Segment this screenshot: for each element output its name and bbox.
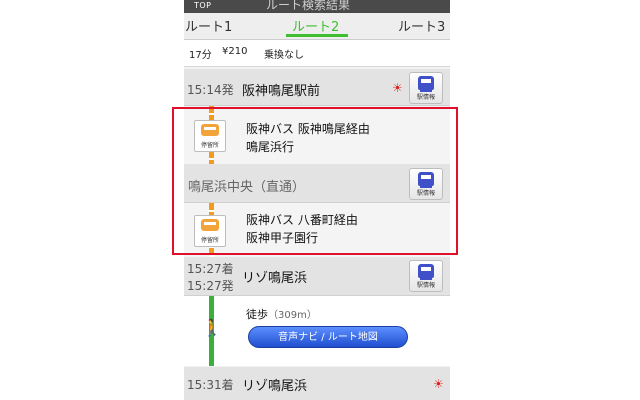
station-name: リゾ鳴尾浜 xyxy=(242,271,308,286)
bus-icon xyxy=(418,76,434,92)
top-bar: TOP ルート検索結果 xyxy=(184,0,450,13)
station-name: リゾ鳴尾浜 xyxy=(242,379,308,394)
station-name: 阪神鳴尾駅前 xyxy=(242,84,321,99)
station-info-label: 駅情報 xyxy=(416,282,435,289)
arrival-time: 15:31着 xyxy=(187,378,234,392)
arrival-time: 15:27着 xyxy=(187,262,234,276)
departure-time: 15:14発 xyxy=(187,83,234,97)
active-tab-indicator xyxy=(286,34,348,37)
tab-route-2[interactable]: ルート2 xyxy=(292,16,339,35)
screen-title: ルート検索結果 xyxy=(266,0,351,12)
walk-text: 徒歩 xyxy=(246,308,268,321)
walk-label: 徒歩（309m） xyxy=(246,306,317,322)
station-row-arrival: 15:31着 リゾ鳴尾浜 ☀ xyxy=(184,367,450,400)
walk-leg: 🚶 徒歩（309m） 音声ナビ / ルート地図 xyxy=(184,296,450,366)
top-button[interactable]: TOP xyxy=(194,1,212,10)
sun-icon: ☀ xyxy=(433,377,444,391)
station-info-label: 駅情報 xyxy=(416,94,435,101)
bus-icon xyxy=(418,264,434,280)
station-info-button[interactable]: 駅情報 xyxy=(409,72,443,104)
sun-icon: ☀ xyxy=(392,81,403,95)
station-row-transfer: 15:27着 15:27発 リゾ鳴尾浜 駅情報 xyxy=(184,257,450,296)
summary-transfer: 乗換なし xyxy=(264,50,304,61)
summary-duration: 17分 xyxy=(189,50,212,61)
route-tabs: ルート1 ルート2 ルート3 xyxy=(184,13,450,40)
station-row-departure: 15:14発 阪神鳴尾駅前 ☀ 駅情報 xyxy=(184,69,450,106)
walk-distance: （309m） xyxy=(268,310,317,321)
tab-route-1[interactable]: ルート1 xyxy=(185,16,232,35)
walker-icon: 🚶 xyxy=(202,318,222,337)
summary-fare: ¥210 xyxy=(222,46,248,57)
tab-route-3[interactable]: ルート3 xyxy=(398,16,445,35)
station-info-button[interactable]: 駅情報 xyxy=(409,260,443,292)
voice-nav-route-map-button[interactable]: 音声ナビ / ルート地図 xyxy=(248,326,408,348)
highlight-frame xyxy=(172,107,458,255)
departure-time: 15:27発 xyxy=(187,279,234,293)
route-summary: 17分 ¥210 乗換なし xyxy=(184,40,450,67)
